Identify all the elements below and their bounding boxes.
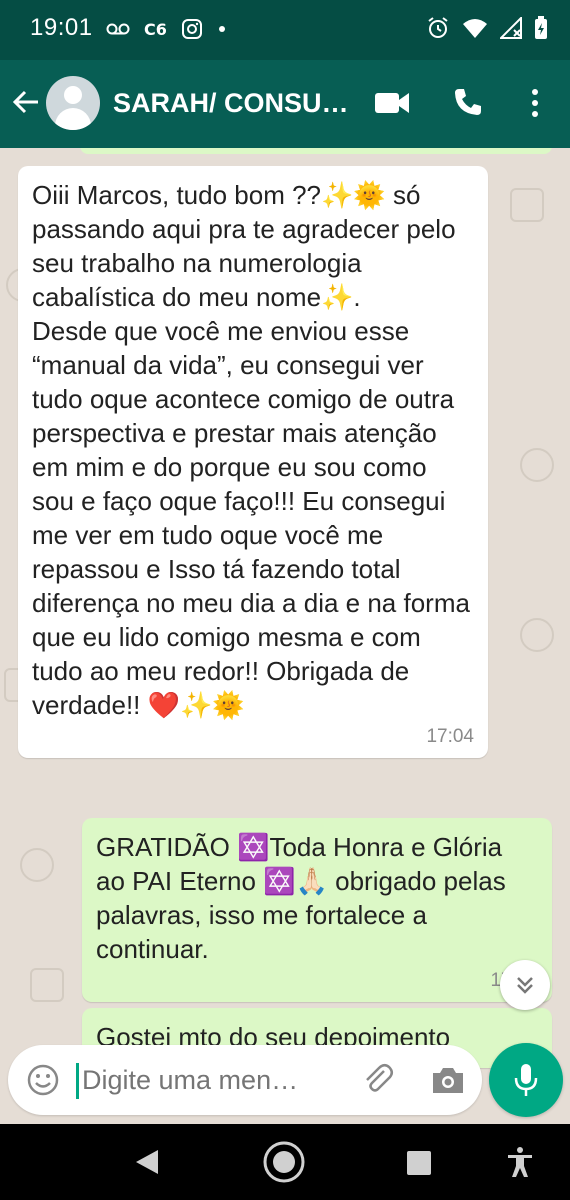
signal-icon [500,17,522,39]
wallpaper-doodle [520,618,554,652]
system-navigation-bar [0,1124,570,1200]
avatar-head-shape [64,86,82,104]
accessibility-icon[interactable] [506,1146,534,1178]
scroll-to-bottom-button[interactable] [500,960,550,1010]
avatar[interactable] [46,76,100,130]
message-time: 17:45 [96,970,538,992]
video-call-icon[interactable] [374,90,410,116]
previous-message-edge [80,148,552,154]
nav-recents-icon[interactable] [406,1150,432,1176]
alarm-icon [428,17,448,38]
status-left-icons: C6 [106,18,227,40]
message-text: GRATIDÃO ✡️Toda Honra e Glória ao PAI Et… [96,832,513,964]
chat-header: SARAH/ CONSUL… [0,60,570,148]
dot-icon [218,26,225,32]
wifi-icon [463,19,487,38]
attach-icon[interactable] [360,1061,396,1097]
message-input[interactable] [82,1061,342,1099]
double-chevron-down-icon [517,977,533,994]
message-text: Oiii Marcos, tudo bom ??✨🌞 só passando a… [32,180,470,720]
mic-icon [514,1064,538,1096]
mic-button[interactable] [489,1043,563,1117]
avatar-body-shape [55,108,91,130]
camera-icon[interactable] [430,1063,466,1097]
message-time: 17:04 [426,726,474,747]
message-composer [8,1045,482,1115]
wallpaper-doodle [20,848,54,882]
status-bar: 19:01 C6 [0,0,570,60]
incoming-message[interactable]: Oiii Marcos, tudo bom ??✨🌞 só passando a… [18,166,488,758]
c6-app-icon: C6 [144,19,167,39]
outgoing-message[interactable]: GRATIDÃO ✡️Toda Honra e Glória ao PAI Et… [82,818,552,1002]
emoji-icon[interactable] [26,1063,60,1097]
more-options-icon[interactable] [524,86,546,120]
back-arrow-icon[interactable] [10,86,42,118]
instagram-icon [181,19,202,39]
contact-name[interactable]: SARAH/ CONSUL… [113,88,358,119]
wallpaper-doodle [510,188,544,222]
text-cursor [76,1063,79,1099]
nav-home-icon[interactable] [262,1140,306,1184]
status-right-icons [426,16,548,40]
wallpaper-doodle [30,968,64,1002]
voicemail-icon [106,23,130,35]
wallpaper-doodle [520,448,554,482]
nav-back-icon[interactable] [134,1148,160,1176]
phone-call-icon[interactable] [452,86,484,118]
chat-messages-area[interactable]: Oiii Marcos, tudo bom ??✨🌞 só passando a… [0,148,570,1124]
status-time: 19:01 [30,14,93,41]
battery-icon [535,16,547,39]
